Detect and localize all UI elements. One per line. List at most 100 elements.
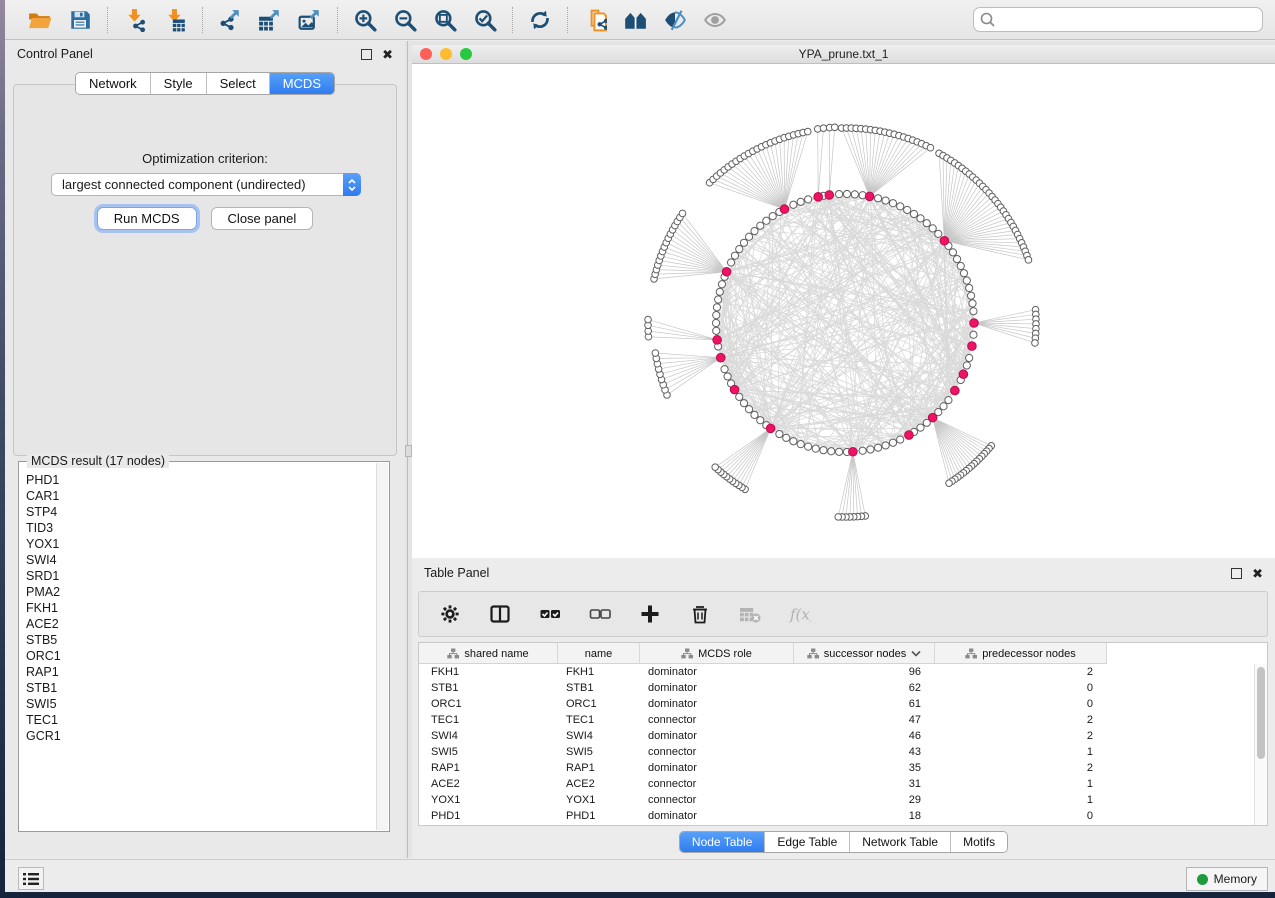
selected-node[interactable] (766, 424, 775, 433)
import-table-button[interactable] (162, 7, 188, 33)
network-node[interactable] (745, 406, 752, 413)
network-node[interactable] (740, 400, 747, 407)
selected-node[interactable] (716, 353, 725, 362)
tab-motifs[interactable]: Motifs (951, 832, 1007, 852)
network-node[interactable] (828, 448, 835, 455)
column-header-MCDS-role[interactable]: MCDS role (640, 643, 794, 664)
column-header-predecessor-nodes[interactable]: predecessor nodes (935, 643, 1107, 664)
network-node[interactable] (783, 434, 790, 441)
mcds-result-item[interactable]: RAP1 (26, 664, 376, 680)
column-header-name[interactable]: name (558, 643, 640, 664)
export-table-button[interactable] (257, 7, 283, 33)
network-node[interactable] (757, 417, 764, 424)
network-node[interactable] (967, 292, 974, 299)
network-node[interactable] (751, 411, 758, 418)
network-node[interactable] (917, 215, 924, 222)
network-node[interactable] (867, 446, 874, 453)
close-table-panel-icon[interactable]: ✖ (1252, 568, 1263, 579)
network-node[interactable] (652, 350, 659, 357)
mcds-result-item[interactable]: TID3 (26, 520, 376, 536)
network-node[interactable] (929, 225, 936, 232)
search-input[interactable] (973, 7, 1263, 32)
selected-node[interactable] (814, 193, 823, 202)
zoom-selected-button[interactable] (472, 7, 498, 33)
network-node[interactable] (763, 217, 770, 224)
network-node[interactable] (645, 316, 652, 323)
network-node[interactable] (836, 191, 843, 198)
network-node[interactable] (820, 125, 827, 132)
network-node[interactable] (970, 308, 977, 315)
network-node[interactable] (874, 195, 881, 202)
save-session-button[interactable] (67, 7, 93, 33)
import-network-button[interactable] (122, 7, 148, 33)
network-node[interactable] (882, 197, 889, 204)
network-node[interactable] (1032, 340, 1039, 347)
float-table-panel-icon[interactable] (1231, 568, 1242, 579)
network-node[interactable] (797, 441, 804, 448)
table-row[interactable]: SWI4SWI4dominator462 (419, 728, 1254, 744)
table-row[interactable]: TEC1TEC1connector472 (419, 712, 1254, 728)
network-node[interactable] (843, 190, 850, 197)
mcds-result-item[interactable]: ACE2 (26, 616, 376, 632)
network-node[interactable] (953, 255, 960, 262)
network-node[interactable] (949, 249, 956, 256)
network-node[interactable] (713, 327, 720, 334)
selected-node[interactable] (865, 192, 874, 201)
network-node[interactable] (889, 439, 896, 446)
network-node[interactable] (859, 447, 866, 454)
mcds-result-item[interactable]: SWI4 (26, 552, 376, 568)
mcds-result-item[interactable]: FKH1 (26, 600, 376, 616)
network-node[interactable] (721, 366, 728, 373)
run-mcds-button[interactable]: Run MCDS (97, 207, 197, 230)
close-panel-button[interactable]: Close panel (211, 207, 314, 230)
network-node[interactable] (889, 200, 896, 207)
mcds-result-item[interactable]: YOX1 (26, 536, 376, 552)
network-node[interactable] (970, 331, 977, 338)
network-node[interactable] (736, 245, 743, 252)
network-node[interactable] (969, 300, 976, 307)
network-node[interactable] (790, 201, 797, 208)
mcds-result-item[interactable]: GCR1 (26, 728, 376, 744)
network-node[interactable] (776, 430, 783, 437)
column-header-shared-name[interactable]: shared name (419, 643, 558, 664)
network-node[interactable] (897, 203, 904, 210)
mcds-result-item[interactable]: STB1 (26, 680, 376, 696)
network-node[interactable] (740, 239, 747, 246)
table-row[interactable]: STB1STB1dominator620 (419, 680, 1254, 696)
panel-divider[interactable] (405, 41, 412, 858)
network-node[interactable] (935, 230, 942, 237)
network-node[interactable] (790, 438, 797, 445)
open-file-button[interactable] (27, 7, 53, 33)
network-node[interactable] (713, 312, 720, 319)
network-node[interactable] (957, 262, 964, 269)
network-canvas[interactable] (412, 64, 1275, 558)
network-node[interactable] (831, 124, 838, 131)
table-row[interactable]: RAP1RAP1dominator352 (419, 760, 1254, 776)
mcds-list-scrollbar[interactable] (376, 463, 388, 830)
network-node[interactable] (716, 288, 723, 295)
mcds-result-item[interactable]: STP4 (26, 504, 376, 520)
network-node[interactable] (945, 396, 952, 403)
network-node[interactable] (757, 222, 764, 229)
tab-node-table[interactable]: Node Table (680, 832, 766, 852)
network-node[interactable] (751, 227, 758, 234)
zoom-fit-button[interactable] (432, 7, 458, 33)
table-row[interactable]: ACE2ACE2connector311 (419, 776, 1254, 792)
close-panel-icon[interactable]: ✖ (382, 49, 393, 60)
network-node[interactable] (745, 233, 752, 240)
selected-node[interactable] (730, 385, 739, 394)
selected-node[interactable] (905, 431, 914, 440)
float-panel-icon[interactable] (361, 49, 372, 60)
network-node[interactable] (966, 284, 973, 291)
mcds-result-item[interactable]: CAR1 (26, 488, 376, 504)
task-history-button[interactable] (18, 867, 44, 890)
network-node[interactable] (812, 445, 819, 452)
table-scrollbar-thumb[interactable] (1257, 667, 1265, 759)
tab-select[interactable]: Select (207, 73, 270, 94)
selected-node[interactable] (849, 447, 858, 456)
network-node[interactable] (923, 220, 930, 227)
table-row[interactable]: SWI5SWI5connector431 (419, 744, 1254, 760)
network-node[interactable] (736, 393, 743, 400)
table-row[interactable]: PHD1PHD1dominator180 (419, 808, 1254, 824)
network-node[interactable] (927, 144, 934, 151)
